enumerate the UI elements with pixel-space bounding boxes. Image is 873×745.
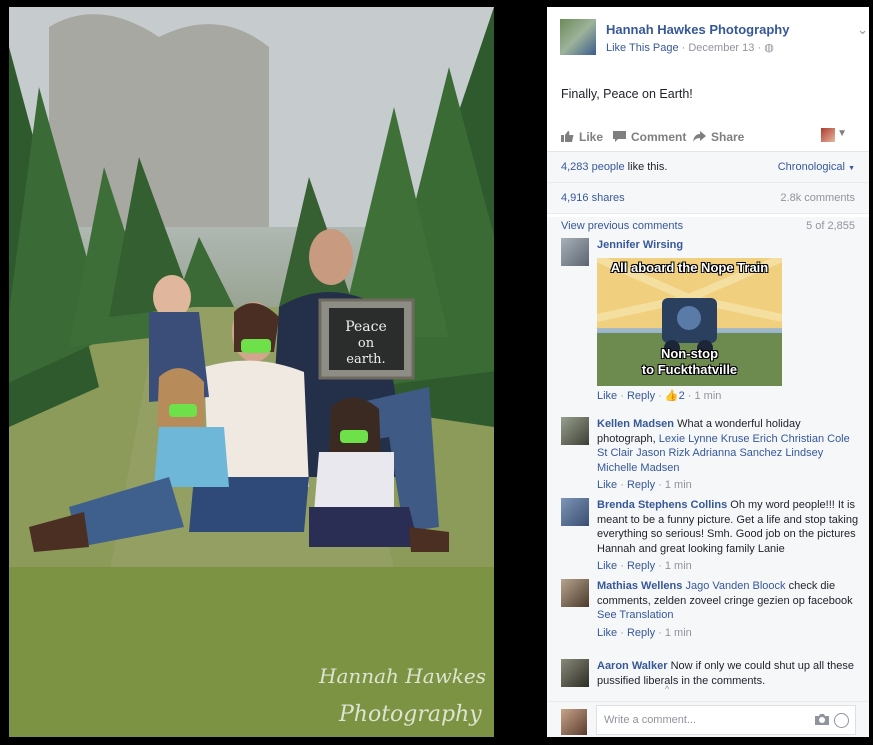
- caret-down-icon: ▼: [848, 165, 855, 172]
- comment-author[interactable]: Kellen Madsen: [597, 418, 674, 430]
- comment-button[interactable]: Comment: [613, 130, 686, 144]
- comment-time[interactable]: 1 min: [665, 479, 692, 491]
- comment-reply-link[interactable]: Reply: [627, 560, 655, 572]
- thumbs-up-icon: [561, 131, 574, 142]
- comment-author[interactable]: Mathias Wellens: [597, 580, 682, 592]
- comment-reply-link[interactable]: Reply: [627, 627, 655, 639]
- sign-line-3: earth.: [346, 352, 385, 367]
- page-avatar[interactable]: [560, 19, 596, 55]
- viewer-avatar[interactable]: [821, 128, 835, 142]
- scroll-up-icon[interactable]: ^: [665, 684, 669, 694]
- comment-meta: Like · Reply · 1 min: [597, 560, 692, 572]
- avatar[interactable]: [561, 579, 589, 607]
- globe-icon: ◍: [764, 42, 774, 54]
- like-button[interactable]: Like: [561, 130, 603, 144]
- comment-reply-link[interactable]: Reply: [627, 479, 655, 491]
- post-photo[interactable]: Peace on earth. Hannah Hawkes Photograph…: [9, 7, 494, 737]
- comment-meta: Like · Reply · 👍2 · 1 min: [597, 389, 722, 402]
- comment-composer: [547, 701, 869, 737]
- avatar[interactable]: [561, 238, 589, 266]
- avatar[interactable]: [561, 498, 589, 526]
- shares-row: 4,916 shares 2.8k comments: [547, 183, 869, 214]
- comment-meta: Like · Reply · 1 min: [597, 479, 692, 491]
- tape-mom: [241, 339, 271, 353]
- family-photo-illustration: Peace on earth. Hannah Hawkes Photograph…: [9, 7, 494, 737]
- post-meta: Like This Page · December 13 · ◍: [606, 42, 774, 54]
- comment-meta: Like · Reply · 1 min: [597, 626, 692, 639]
- comments-count[interactable]: 2.8k comments: [780, 192, 855, 204]
- comments-section: View previous comments 5 of 2,855 Jennif…: [547, 217, 869, 702]
- comment-like-link[interactable]: Like: [597, 560, 617, 572]
- comment-like-link[interactable]: Like: [597, 390, 617, 402]
- likes-count-link[interactable]: 4,283 people: [561, 161, 625, 173]
- watermark-line-1: Hannah Hawkes: [318, 664, 486, 688]
- share-icon: [693, 131, 706, 142]
- see-translation-link[interactable]: See Translation: [597, 608, 859, 623]
- tape-left-girl: [169, 404, 197, 417]
- comment-like-link[interactable]: Like: [597, 627, 617, 639]
- avatar: [561, 709, 587, 735]
- watermark-line-2: Photography: [338, 702, 482, 727]
- shares-link[interactable]: 4,916 shares: [561, 192, 625, 204]
- post-date[interactable]: December 13: [688, 42, 754, 54]
- likes-summary: 4,283 people like this.: [561, 161, 668, 173]
- chevron-down-icon[interactable]: ⌄: [857, 22, 868, 38]
- comment-input[interactable]: [602, 710, 806, 730]
- post-actions: Like Comment Share ▼: [547, 123, 869, 152]
- thumbs-up-icon: 👍: [664, 389, 679, 402]
- post-panel: Hannah Hawkes Photography Like This Page…: [547, 7, 869, 737]
- post-header: Hannah Hawkes Photography Like This Page…: [560, 19, 868, 59]
- comment-icon: [613, 131, 626, 142]
- comment-tag[interactable]: Jago Vanden Bloock: [685, 580, 785, 592]
- meme-top-text: All aboard the Nope Train: [610, 259, 769, 275]
- sign-line-2: on: [358, 336, 375, 351]
- page-name[interactable]: Hannah Hawkes Photography: [606, 22, 789, 37]
- avatar[interactable]: [561, 417, 589, 445]
- meme-image[interactable]: All aboard the Nope Train Non-stop to Fuc…: [597, 257, 782, 386]
- reaction-count[interactable]: 👍2: [665, 390, 685, 402]
- view-previous-comments-link[interactable]: View previous comments: [561, 220, 683, 232]
- tape-right-girl: [340, 430, 368, 443]
- camera-icon[interactable]: [815, 713, 829, 725]
- comment-like-link[interactable]: Like: [597, 479, 617, 491]
- meme-bottom-text: Non-stop to Fuckthatville: [641, 345, 738, 377]
- caret-down-icon[interactable]: ▼: [837, 128, 847, 139]
- comment-input-box[interactable]: [596, 705, 856, 735]
- comments-counter: 5 of 2,855: [806, 220, 855, 232]
- comment-time[interactable]: 1 min: [665, 627, 692, 639]
- likes-row: 4,283 people like this. Chronological ▼: [547, 152, 869, 183]
- emoji-icon[interactable]: [834, 713, 849, 728]
- comment-author[interactable]: Aaron Walker: [597, 660, 668, 672]
- like-page-link[interactable]: Like This Page: [606, 42, 679, 54]
- post-text: Finally, Peace on Earth!: [561, 87, 693, 101]
- share-button[interactable]: Share: [693, 130, 744, 144]
- sort-dropdown[interactable]: Chronological ▼: [778, 161, 855, 173]
- comment-time[interactable]: 1 min: [694, 390, 721, 402]
- comment-time[interactable]: 1 min: [665, 560, 692, 572]
- comment-author[interactable]: Brenda Stephens Collins: [597, 499, 727, 511]
- sign-line-1: Peace: [345, 319, 387, 335]
- avatar[interactable]: [561, 659, 589, 687]
- comment-reply-link[interactable]: Reply: [627, 390, 655, 402]
- comment-author[interactable]: Jennifer Wirsing: [597, 238, 859, 253]
